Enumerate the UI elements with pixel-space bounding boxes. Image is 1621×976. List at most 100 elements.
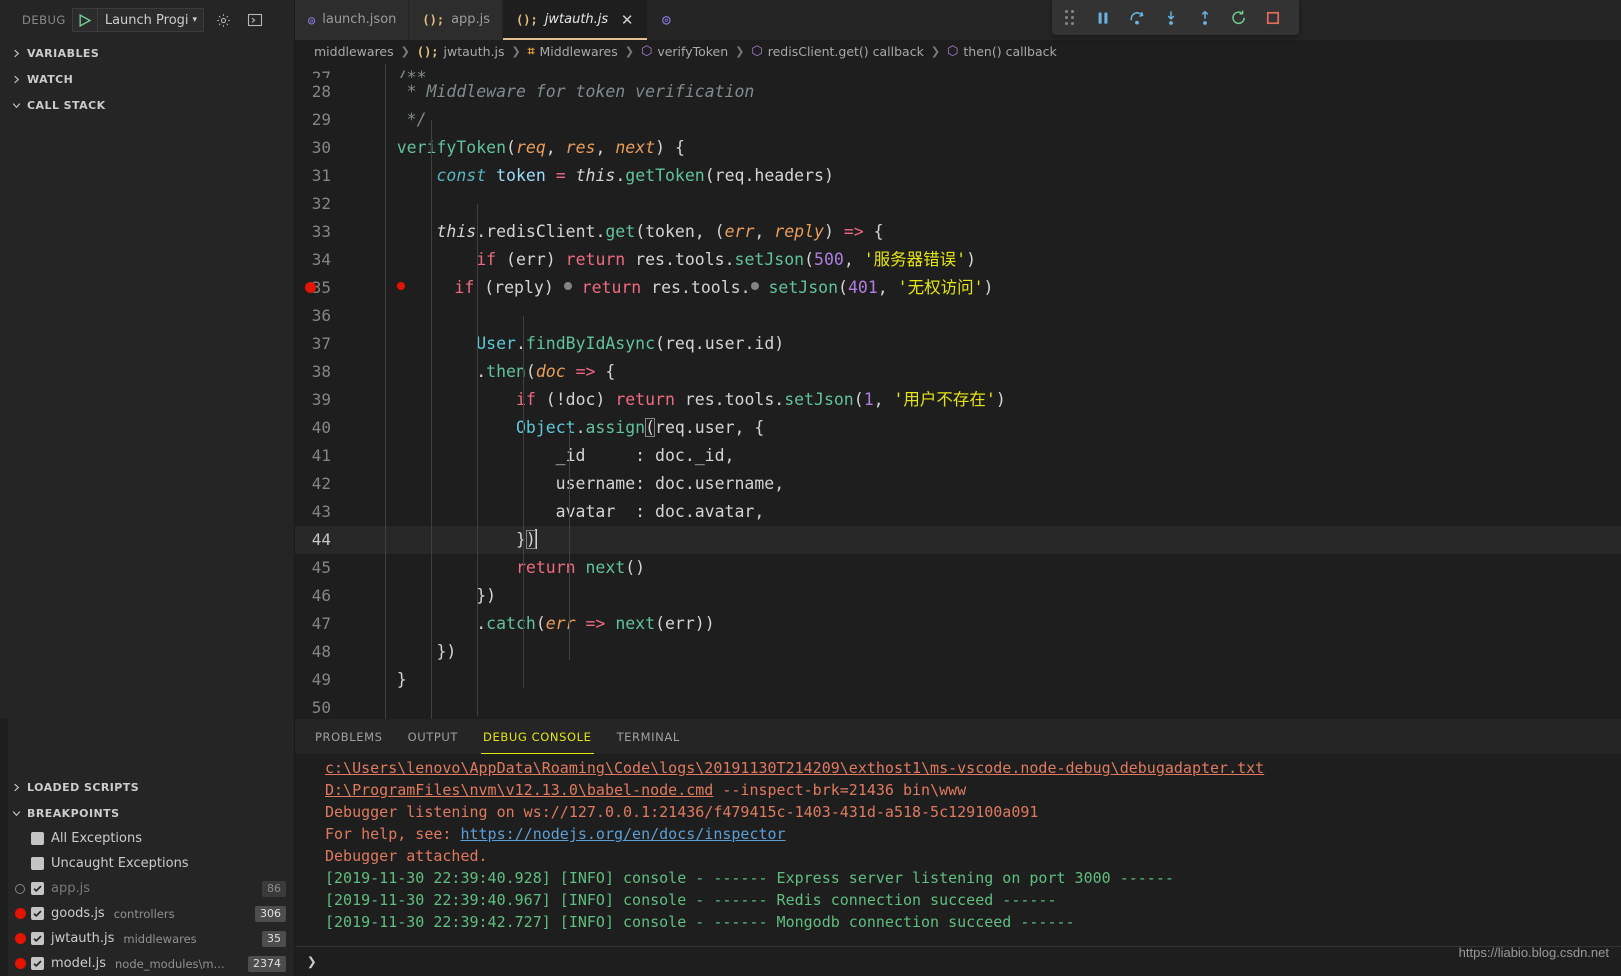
- tab-debug-console[interactable]: DEBUG CONSOLE: [481, 719, 594, 755]
- sidebar-section-watch[interactable]: WATCH: [0, 66, 294, 92]
- code-line[interactable]: 34 if (err) return res.tools.setJson(500…: [295, 246, 1621, 274]
- breakpoint-folder: controllers: [113, 906, 175, 921]
- pause-icon[interactable]: [1086, 0, 1120, 35]
- line-number: 49: [311, 669, 331, 689]
- code-line[interactable]: 31 const token = this.getToken(req.heade…: [295, 162, 1621, 190]
- launch-config-name: Launch Progi: [104, 12, 189, 28]
- chevron-down-icon[interactable]: ▾: [193, 15, 204, 25]
- tab-output[interactable]: OUTPUT: [408, 719, 458, 754]
- checkbox-unchecked-icon[interactable]: [31, 832, 44, 845]
- gear-icon[interactable]: [210, 8, 236, 32]
- breadcrumb-item-jwtauth-js[interactable]: (); jwtauth.js: [415, 44, 507, 59]
- play-icon[interactable]: [73, 9, 97, 31]
- breadcrumb-label: redisClient.get() callback: [767, 44, 924, 60]
- code-line[interactable]: 36: [295, 302, 1621, 330]
- code-line[interactable]: 37 User.findByIdAsync(req.user.id): [295, 330, 1621, 358]
- debug-console-output[interactable]: c:\Users\lenovo\AppData\Roaming\Code\log…: [295, 754, 1621, 947]
- tab-problems[interactable]: PROBLEMS: [315, 719, 383, 754]
- console-line: Debugger attached.: [325, 845, 1621, 867]
- stop-icon[interactable]: [1256, 0, 1290, 35]
- checkbox-unchecked-icon[interactable]: [31, 857, 44, 870]
- tab-terminal[interactable]: TERMINAL: [617, 719, 680, 754]
- breakpoint-file: model.js: [51, 956, 106, 971]
- breakpoint-item[interactable]: app.js 86: [0, 876, 294, 901]
- breadcrumb-item-then-callback[interactable]: ⬡ then() callback: [945, 44, 1059, 59]
- json-file-icon: ◎: [662, 11, 671, 28]
- code-line[interactable]: 29 */: [295, 106, 1621, 134]
- gutter-breakpoint-icon[interactable]: [300, 274, 320, 302]
- breadcrumb-item-verifytoken[interactable]: ⬡ verifyToken: [639, 44, 730, 59]
- console-line: For help, see: https://nodejs.org/en/doc…: [325, 823, 1621, 845]
- code-line[interactable]: 28 * Middleware for token verification: [295, 78, 1621, 106]
- console-command-path[interactable]: D:\ProgramFiles\nvm\v12.13.0\babel-node.…: [325, 781, 713, 799]
- debug-console-input[interactable]: ❯: [295, 946, 1621, 976]
- close-icon[interactable]: ✕: [619, 11, 635, 29]
- checkbox-checked-icon[interactable]: [31, 932, 44, 945]
- code-line[interactable]: 50: [295, 694, 1621, 719]
- breakpoint-dot-icon[interactable]: [9, 933, 31, 944]
- code-line[interactable]: 49 }: [295, 666, 1621, 694]
- breakpoint-dot-unverified-icon[interactable]: [9, 883, 31, 894]
- code-line[interactable]: 42 username: doc.username,: [295, 470, 1621, 498]
- code-text: if (!doc) return res.tools.setJson(1, '用…: [515, 389, 1006, 409]
- breakpoint-item[interactable]: model.js node_modules\m... 2374: [0, 951, 294, 976]
- breakpoint-item[interactable]: jwtauth.js middlewares 35: [0, 926, 294, 951]
- bottom-panel: PROBLEMS OUTPUT DEBUG CONSOLE TERMINAL c…: [295, 719, 1621, 976]
- sidebar-section-variables[interactable]: VARIABLES: [0, 40, 294, 66]
- code-line[interactable]: 47 .catch(err => next(err)): [295, 610, 1621, 638]
- code-text: /**: [357, 67, 427, 78]
- restart-icon[interactable]: [1222, 0, 1256, 35]
- code-line[interactable]: 33 this.redisClient.get(token, (err, rep…: [295, 218, 1621, 246]
- breakpoint-line-number: 306: [255, 905, 286, 922]
- breakpoint-dot-icon[interactable]: [9, 958, 31, 969]
- code-editor[interactable]: 27 /** 28 * Middleware for token verific…: [295, 63, 1621, 720]
- code-line[interactable]: 30 verifyToken(req, res, next) {: [295, 134, 1621, 162]
- step-out-icon[interactable]: [1188, 0, 1222, 35]
- code-text: if (reply) return res.tools. setJson(401…: [357, 274, 993, 302]
- checkbox-checked-icon[interactable]: [31, 907, 44, 920]
- breadcrumb-item-middlewares-class[interactable]: ⌗ Middlewares: [526, 44, 620, 59]
- code-line-current[interactable]: 44 }): [295, 525, 1621, 554]
- code-line[interactable]: 43 avatar : doc.avatar,: [295, 498, 1621, 526]
- checkbox-checked-icon[interactable]: [31, 882, 44, 895]
- console-line: D:\ProgramFiles\nvm\v12.13.0\babel-node.…: [325, 779, 1621, 801]
- code-text: }): [357, 528, 537, 549]
- breakpoint-all-exceptions[interactable]: All Exceptions: [0, 826, 294, 851]
- breakpoint-line-number: 35: [262, 930, 286, 947]
- code-line[interactable]: 45 return next(): [295, 554, 1621, 582]
- tab-launch-json[interactable]: ◎ launch.json: [295, 0, 410, 40]
- sidebar-section-breakpoints[interactable]: BREAKPOINTS: [0, 800, 294, 826]
- breakpoint-item[interactable]: goods.js controllers 306: [0, 901, 294, 926]
- console-log-path[interactable]: c:\Users\lenovo\AppData\Roaming\Code\log…: [325, 759, 1264, 777]
- tab-jwtauth-js[interactable]: (); jwtauth.js ✕: [503, 0, 649, 40]
- sidebar-section-loaded-scripts[interactable]: LOADED SCRIPTS: [0, 774, 294, 800]
- checkbox-checked-icon[interactable]: [31, 957, 44, 970]
- line-number: 29: [311, 109, 331, 129]
- code-line[interactable]: 32: [295, 190, 1621, 218]
- breakpoint-line-number: 86: [262, 880, 286, 897]
- step-into-icon[interactable]: [1154, 0, 1188, 35]
- breakpoint-line-number: 2374: [248, 955, 286, 972]
- code-line[interactable]: 41 _id : doc._id,: [295, 442, 1621, 470]
- launch-configuration-dropdown[interactable]: Launch Progi ▾: [71, 8, 205, 32]
- console-line: c:\Users\lenovo\AppData\Roaming\Code\log…: [325, 757, 1621, 779]
- chevron-right-icon: ❯: [624, 45, 634, 59]
- code-line[interactable]: 48 }): [295, 638, 1621, 666]
- breadcrumb-item-middlewares[interactable]: middlewares: [312, 44, 396, 59]
- code-line[interactable]: 38 .then(doc => {: [295, 358, 1621, 386]
- breakpoint-uncaught-exceptions[interactable]: Uncaught Exceptions: [0, 851, 294, 876]
- sidebar-section-call-stack[interactable]: CALL STACK: [0, 92, 294, 118]
- open-debug-console-icon[interactable]: [242, 8, 268, 32]
- tab-app-js[interactable]: (); app.js: [409, 0, 504, 40]
- breadcrumb-item-redisclient-callback[interactable]: ⬡ redisClient.get() callback: [749, 44, 925, 59]
- console-link[interactable]: https://nodejs.org/en/docs/inspector: [460, 825, 785, 843]
- drag-handle[interactable]: [1052, 0, 1086, 35]
- step-over-icon[interactable]: [1120, 0, 1154, 35]
- code-line[interactable]: 40 Object.assign(req.user, {: [295, 414, 1621, 442]
- code-line-breakpoint[interactable]: 35 if (reply) return res.tools. setJson(…: [295, 274, 1621, 302]
- chevron-down-icon: [8, 97, 24, 113]
- code-line[interactable]: 39 if (!doc) return res.tools.setJson(1,…: [295, 386, 1621, 414]
- code-line[interactable]: 46 }): [295, 582, 1621, 610]
- code-text: }): [357, 641, 457, 661]
- breakpoint-dot-icon[interactable]: [9, 908, 31, 919]
